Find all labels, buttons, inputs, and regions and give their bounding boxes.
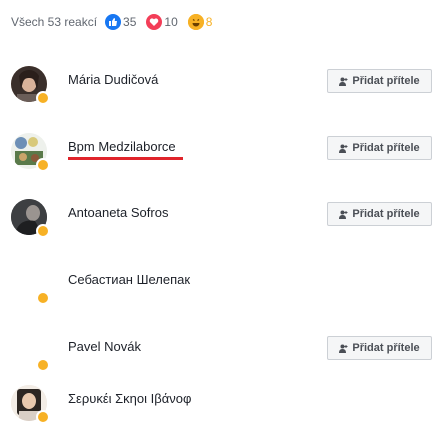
active-underline	[68, 157, 183, 160]
add-friend-button[interactable]: Přidat přítele	[327, 69, 432, 93]
avatar[interactable]	[11, 66, 50, 105]
love-count: 10	[164, 15, 178, 29]
add-friend-label: Přidat přítele	[352, 342, 420, 354]
haha-badge-icon	[36, 91, 50, 105]
add-friend-label: Přidat přítele	[352, 75, 420, 87]
heart-icon	[146, 14, 163, 30]
add-friend-button[interactable]: Přidat přítele	[327, 336, 432, 360]
tab-haha[interactable]: 8	[187, 14, 213, 30]
haha-badge-icon	[36, 291, 50, 305]
add-friend-icon	[339, 77, 348, 86]
add-friend-icon	[339, 144, 348, 153]
add-friend-icon	[339, 210, 348, 219]
reaction-tabs: Všech 53 reakcí 35 10 8	[11, 14, 222, 30]
avatar[interactable]	[11, 333, 50, 372]
list-item: Себастиан Шелепак	[0, 262, 445, 320]
tab-like[interactable]: 35	[105, 14, 136, 30]
tab-all-reactions[interactable]: Všech 53 reakcí	[11, 15, 97, 29]
like-count: 35	[123, 15, 137, 29]
list-item: Σερυκέι Σκηοι Ιβάνοφ	[0, 381, 445, 439]
avatar[interactable]	[11, 266, 50, 305]
avatar[interactable]	[11, 199, 50, 238]
tab-all-label: Všech 53 reakcí	[11, 15, 98, 29]
haha-count: 8	[205, 15, 213, 29]
list-item: Mária Dudičová Přidat přítele	[0, 62, 445, 120]
tab-love[interactable]: 10	[146, 14, 178, 30]
haha-badge-icon	[36, 410, 50, 424]
add-friend-label: Přidat přítele	[352, 142, 420, 154]
person-name[interactable]: Σερυκέι Σκηοι Ιβάνοφ	[68, 391, 191, 406]
haha-icon	[187, 14, 204, 30]
avatar[interactable]	[11, 133, 50, 172]
haha-badge-icon	[36, 224, 50, 238]
add-friend-label: Přidat přítele	[352, 208, 420, 220]
add-friend-button[interactable]: Přidat přítele	[327, 202, 432, 226]
person-name[interactable]: Bpm Medzilaborce	[68, 139, 176, 154]
person-name[interactable]: Antoaneta Sofros	[68, 205, 168, 220]
add-friend-button[interactable]: Přidat přítele	[327, 136, 432, 160]
haha-badge-icon	[36, 358, 50, 372]
person-name[interactable]: Mária Dudičová	[68, 72, 158, 87]
list-item: Bpm Medzilaborce Přidat přítele	[0, 129, 445, 187]
list-item: Antoaneta Sofros Přidat přítele	[0, 195, 445, 253]
person-name[interactable]: Pavel Novák	[68, 339, 141, 354]
like-icon	[105, 14, 122, 30]
add-friend-icon	[339, 344, 348, 353]
haha-badge-icon	[36, 158, 50, 172]
avatar[interactable]	[11, 385, 50, 424]
list-item: Pavel Novák Přidat přítele	[0, 329, 445, 387]
person-name[interactable]: Себастиан Шелепак	[68, 272, 190, 287]
